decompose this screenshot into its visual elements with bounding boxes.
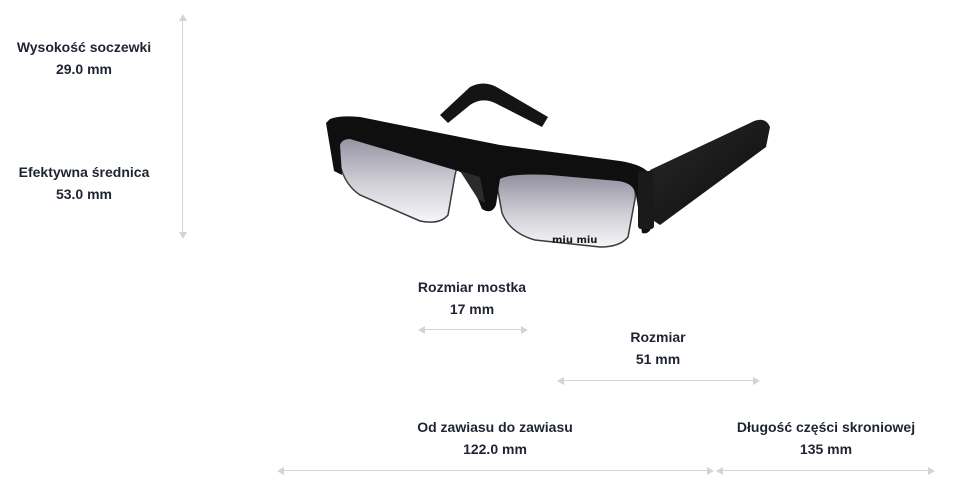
size-label: Rozmiar [630, 329, 686, 345]
lens-height-measurement: Wysokość soczewki 29.0 mm [0, 36, 168, 80]
temple-length-label: Długość części skroniowej [736, 419, 916, 435]
lens-height-value: 29.0 mm [55, 61, 113, 77]
bridge-size-label: Rozmiar mostka [417, 279, 527, 295]
hinge-to-hinge-label: Od zawiasu do zawiasu [417, 419, 573, 435]
temple-length-value: 135 mm [799, 441, 853, 457]
lens-height-label: Wysokość soczewki [16, 39, 152, 55]
bridge-size-value: 17 mm [449, 301, 495, 317]
brand-logo: miu miu [552, 235, 597, 246]
effective-diameter-value: 53.0 mm [55, 186, 113, 202]
size-measurement: Rozmiar 51 mm [578, 326, 738, 370]
size-value: 51 mm [635, 351, 681, 367]
hinge-to-hinge-measurement: Od zawiasu do zawiasu 122.0 mm [385, 416, 605, 460]
sunglasses-product-image: miu miu [326, 83, 770, 248]
effective-diameter-label: Efektywna średnica [18, 164, 150, 180]
effective-diameter-measurement: Efektywna średnica 53.0 mm [0, 161, 168, 205]
hinge-to-hinge-value: 122.0 mm [463, 441, 527, 457]
bridge-size-measurement: Rozmiar mostka 17 mm [392, 276, 552, 320]
temple-length-measurement: Długość części skroniowej 135 mm [716, 416, 936, 460]
